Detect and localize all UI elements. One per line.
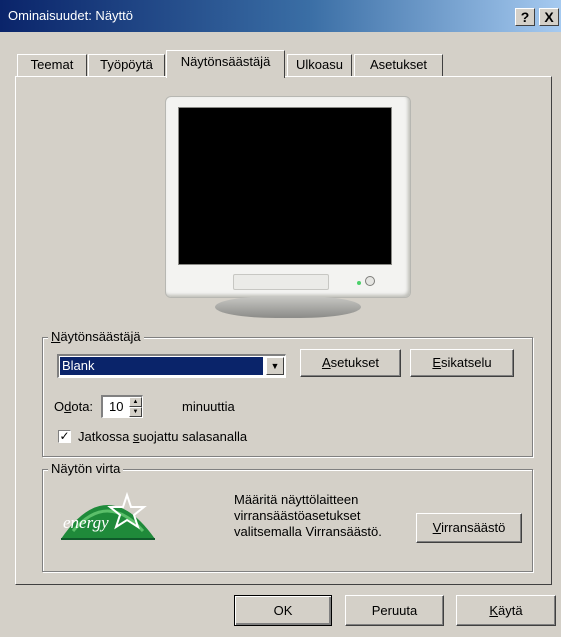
monitor-power-icon [365, 276, 375, 286]
apply-button[interactable]: Käytä [456, 595, 556, 626]
close-button[interactable]: X [539, 8, 559, 26]
tab-themes[interactable]: Teemat [17, 54, 87, 76]
screensaver-select[interactable]: Blank ▼ [57, 354, 286, 378]
tab-settings[interactable]: Asetukset [354, 54, 443, 76]
title-bar[interactable]: Ominaisuudet: Näyttö ? X [0, 0, 561, 32]
power-description-line1: Määritä näyttölaitteen [234, 492, 359, 507]
ok-button[interactable]: OK [234, 595, 332, 626]
tab-appearance[interactable]: Ulkoasu [287, 54, 352, 76]
wait-unit-label: minuuttia [182, 399, 235, 414]
window-title: Ominaisuudet: Näyttö [8, 8, 134, 23]
help-button[interactable]: ? [515, 8, 535, 26]
power-description-line3: valitsemalla Virransäästö. [234, 524, 382, 539]
password-label[interactable]: Jatkossa suojattu salasanalla [78, 429, 247, 444]
monitor-stand [215, 296, 361, 318]
svg-text:energy: energy [63, 513, 109, 532]
chevron-down-icon[interactable]: ▼ [266, 357, 284, 375]
password-checkbox[interactable]: ✓ [58, 430, 71, 443]
tab-desktop[interactable]: Työpöytä [88, 54, 165, 76]
spin-up-icon[interactable]: ▲ [129, 397, 142, 407]
monitor-power-group-label: Näytön virta [48, 461, 124, 476]
spin-down-icon[interactable]: ▼ [129, 407, 142, 417]
screensaver-preview-monitor [165, 96, 413, 324]
energy-star-logo-icon: energy [61, 491, 155, 540]
power-description-line2: virransäästöasetukset [234, 508, 361, 523]
tab-screensaver[interactable]: Näytönsäästäjä [166, 50, 285, 78]
preview-screen [178, 107, 392, 265]
wait-label: Odota: [54, 399, 94, 414]
display-properties-window: Ominaisuudet: Näyttö ? X Teemat Työpöytä… [0, 0, 561, 637]
power-settings-button[interactable]: Virransäästö [416, 513, 522, 543]
screensaver-selected-value: Blank [60, 357, 263, 375]
screensaver-preview-button[interactable]: Esikatselu [410, 349, 514, 377]
screensaver-group-label: Näytönsäästäjä [48, 329, 144, 344]
monitor-front-panel [233, 274, 329, 290]
power-led-icon [357, 281, 361, 285]
cancel-button[interactable]: Peruuta [345, 595, 444, 626]
screensaver-settings-button[interactable]: Asetukset [300, 349, 401, 377]
